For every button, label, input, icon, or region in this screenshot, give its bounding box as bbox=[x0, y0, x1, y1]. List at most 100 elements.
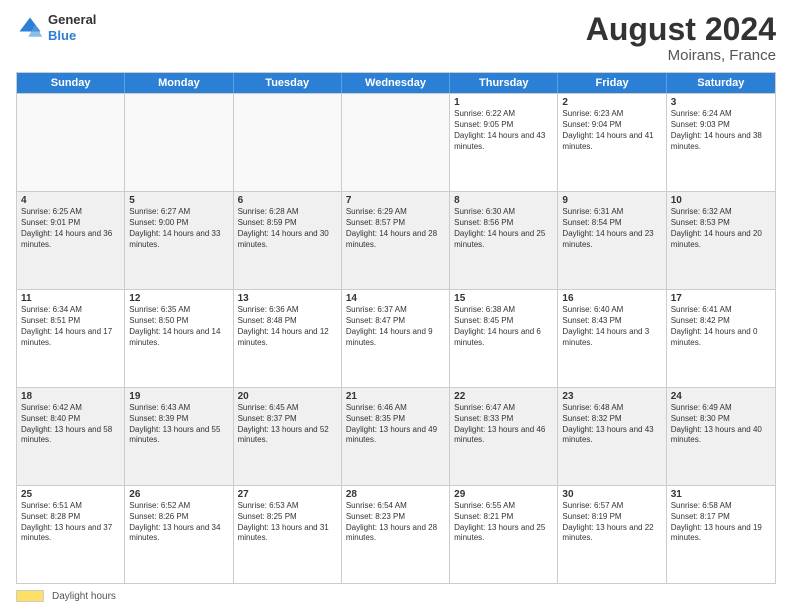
cal-cell-w3-d7: 17Sunrise: 6:41 AM Sunset: 8:42 PM Dayli… bbox=[667, 290, 775, 387]
cell-sun-info: Sunrise: 6:34 AM Sunset: 8:51 PM Dayligh… bbox=[21, 305, 120, 348]
day-number: 24 bbox=[671, 391, 771, 402]
cell-sun-info: Sunrise: 6:58 AM Sunset: 8:17 PM Dayligh… bbox=[671, 501, 771, 544]
cell-sun-info: Sunrise: 6:35 AM Sunset: 8:50 PM Dayligh… bbox=[129, 305, 228, 348]
cal-cell-w5-d6: 30Sunrise: 6:57 AM Sunset: 8:19 PM Dayli… bbox=[558, 486, 666, 583]
day-number: 21 bbox=[346, 391, 445, 402]
cell-sun-info: Sunrise: 6:51 AM Sunset: 8:28 PM Dayligh… bbox=[21, 501, 120, 544]
cal-cell-w2-d2: 5Sunrise: 6:27 AM Sunset: 9:00 PM Daylig… bbox=[125, 192, 233, 289]
location-title: Moirans, France bbox=[586, 47, 776, 64]
cal-cell-w1-d6: 2Sunrise: 6:23 AM Sunset: 9:04 PM Daylig… bbox=[558, 94, 666, 191]
title-block: August 2024 Moirans, France bbox=[586, 12, 776, 64]
day-number: 28 bbox=[346, 489, 445, 500]
cal-week-3: 11Sunrise: 6:34 AM Sunset: 8:51 PM Dayli… bbox=[17, 289, 775, 387]
cal-cell-w1-d3 bbox=[234, 94, 342, 191]
day-number: 27 bbox=[238, 489, 337, 500]
day-number: 6 bbox=[238, 195, 337, 206]
header: General Blue August 2024 Moirans, France bbox=[16, 12, 776, 64]
cell-sun-info: Sunrise: 6:57 AM Sunset: 8:19 PM Dayligh… bbox=[562, 501, 661, 544]
day-number: 31 bbox=[671, 489, 771, 500]
cell-sun-info: Sunrise: 6:31 AM Sunset: 8:54 PM Dayligh… bbox=[562, 207, 661, 250]
cal-cell-w1-d1 bbox=[17, 94, 125, 191]
day-number: 20 bbox=[238, 391, 337, 402]
cell-sun-info: Sunrise: 6:42 AM Sunset: 8:40 PM Dayligh… bbox=[21, 403, 120, 446]
cell-sun-info: Sunrise: 6:40 AM Sunset: 8:43 PM Dayligh… bbox=[562, 305, 661, 348]
cal-cell-w2-d3: 6Sunrise: 6:28 AM Sunset: 8:59 PM Daylig… bbox=[234, 192, 342, 289]
logo-general-text: General bbox=[48, 12, 96, 27]
cell-sun-info: Sunrise: 6:54 AM Sunset: 8:23 PM Dayligh… bbox=[346, 501, 445, 544]
cell-sun-info: Sunrise: 6:49 AM Sunset: 8:30 PM Dayligh… bbox=[671, 403, 771, 446]
cal-week-5: 25Sunrise: 6:51 AM Sunset: 8:28 PM Dayli… bbox=[17, 485, 775, 583]
cell-sun-info: Sunrise: 6:43 AM Sunset: 8:39 PM Dayligh… bbox=[129, 403, 228, 446]
cal-cell-w2-d6: 9Sunrise: 6:31 AM Sunset: 8:54 PM Daylig… bbox=[558, 192, 666, 289]
day-number: 23 bbox=[562, 391, 661, 402]
cell-sun-info: Sunrise: 6:27 AM Sunset: 9:00 PM Dayligh… bbox=[129, 207, 228, 250]
cell-sun-info: Sunrise: 6:41 AM Sunset: 8:42 PM Dayligh… bbox=[671, 305, 771, 348]
day-number: 5 bbox=[129, 195, 228, 206]
cal-cell-w3-d1: 11Sunrise: 6:34 AM Sunset: 8:51 PM Dayli… bbox=[17, 290, 125, 387]
cal-cell-w4-d6: 23Sunrise: 6:48 AM Sunset: 8:32 PM Dayli… bbox=[558, 388, 666, 485]
cal-cell-w3-d6: 16Sunrise: 6:40 AM Sunset: 8:43 PM Dayli… bbox=[558, 290, 666, 387]
cell-sun-info: Sunrise: 6:46 AM Sunset: 8:35 PM Dayligh… bbox=[346, 403, 445, 446]
header-friday: Friday bbox=[558, 73, 666, 93]
cal-cell-w3-d4: 14Sunrise: 6:37 AM Sunset: 8:47 PM Dayli… bbox=[342, 290, 450, 387]
cell-sun-info: Sunrise: 6:52 AM Sunset: 8:26 PM Dayligh… bbox=[129, 501, 228, 544]
day-number: 11 bbox=[21, 293, 120, 304]
daylight-label: Daylight hours bbox=[52, 591, 116, 602]
header-sunday: Sunday bbox=[17, 73, 125, 93]
day-number: 30 bbox=[562, 489, 661, 500]
footer: Daylight hours bbox=[16, 590, 776, 602]
daylight-swatch bbox=[16, 590, 44, 602]
day-number: 29 bbox=[454, 489, 553, 500]
day-number: 2 bbox=[562, 97, 661, 108]
calendar-body: 1Sunrise: 6:22 AM Sunset: 9:05 PM Daylig… bbox=[17, 93, 775, 583]
page: General Blue August 2024 Moirans, France… bbox=[0, 0, 792, 612]
cell-sun-info: Sunrise: 6:45 AM Sunset: 8:37 PM Dayligh… bbox=[238, 403, 337, 446]
day-number: 9 bbox=[562, 195, 661, 206]
cal-cell-w1-d5: 1Sunrise: 6:22 AM Sunset: 9:05 PM Daylig… bbox=[450, 94, 558, 191]
cell-sun-info: Sunrise: 6:48 AM Sunset: 8:32 PM Dayligh… bbox=[562, 403, 661, 446]
logo-blue-text: Blue bbox=[48, 28, 76, 43]
cell-sun-info: Sunrise: 6:24 AM Sunset: 9:03 PM Dayligh… bbox=[671, 109, 771, 152]
day-number: 7 bbox=[346, 195, 445, 206]
day-number: 18 bbox=[21, 391, 120, 402]
cell-sun-info: Sunrise: 6:22 AM Sunset: 9:05 PM Dayligh… bbox=[454, 109, 553, 152]
cal-cell-w2-d1: 4Sunrise: 6:25 AM Sunset: 9:01 PM Daylig… bbox=[17, 192, 125, 289]
cal-cell-w5-d3: 27Sunrise: 6:53 AM Sunset: 8:25 PM Dayli… bbox=[234, 486, 342, 583]
day-number: 8 bbox=[454, 195, 553, 206]
cal-cell-w5-d4: 28Sunrise: 6:54 AM Sunset: 8:23 PM Dayli… bbox=[342, 486, 450, 583]
cal-cell-w3-d2: 12Sunrise: 6:35 AM Sunset: 8:50 PM Dayli… bbox=[125, 290, 233, 387]
day-number: 15 bbox=[454, 293, 553, 304]
day-number: 12 bbox=[129, 293, 228, 304]
cal-cell-w2-d4: 7Sunrise: 6:29 AM Sunset: 8:57 PM Daylig… bbox=[342, 192, 450, 289]
cell-sun-info: Sunrise: 6:47 AM Sunset: 8:33 PM Dayligh… bbox=[454, 403, 553, 446]
cal-cell-w1-d7: 3Sunrise: 6:24 AM Sunset: 9:03 PM Daylig… bbox=[667, 94, 775, 191]
cell-sun-info: Sunrise: 6:29 AM Sunset: 8:57 PM Dayligh… bbox=[346, 207, 445, 250]
day-number: 19 bbox=[129, 391, 228, 402]
cell-sun-info: Sunrise: 6:28 AM Sunset: 8:59 PM Dayligh… bbox=[238, 207, 337, 250]
day-number: 13 bbox=[238, 293, 337, 304]
header-monday: Monday bbox=[125, 73, 233, 93]
day-number: 10 bbox=[671, 195, 771, 206]
cell-sun-info: Sunrise: 6:23 AM Sunset: 9:04 PM Dayligh… bbox=[562, 109, 661, 152]
cell-sun-info: Sunrise: 6:37 AM Sunset: 8:47 PM Dayligh… bbox=[346, 305, 445, 348]
day-number: 25 bbox=[21, 489, 120, 500]
cal-week-1: 1Sunrise: 6:22 AM Sunset: 9:05 PM Daylig… bbox=[17, 93, 775, 191]
cal-cell-w1-d4 bbox=[342, 94, 450, 191]
day-number: 14 bbox=[346, 293, 445, 304]
cal-cell-w5-d5: 29Sunrise: 6:55 AM Sunset: 8:21 PM Dayli… bbox=[450, 486, 558, 583]
month-title: August 2024 bbox=[586, 12, 776, 47]
cal-cell-w4-d3: 20Sunrise: 6:45 AM Sunset: 8:37 PM Dayli… bbox=[234, 388, 342, 485]
cell-sun-info: Sunrise: 6:36 AM Sunset: 8:48 PM Dayligh… bbox=[238, 305, 337, 348]
cal-cell-w4-d7: 24Sunrise: 6:49 AM Sunset: 8:30 PM Dayli… bbox=[667, 388, 775, 485]
cal-cell-w5-d2: 26Sunrise: 6:52 AM Sunset: 8:26 PM Dayli… bbox=[125, 486, 233, 583]
calendar-header: Sunday Monday Tuesday Wednesday Thursday… bbox=[17, 73, 775, 93]
cal-cell-w3-d5: 15Sunrise: 6:38 AM Sunset: 8:45 PM Dayli… bbox=[450, 290, 558, 387]
cal-week-2: 4Sunrise: 6:25 AM Sunset: 9:01 PM Daylig… bbox=[17, 191, 775, 289]
logo-icon bbox=[16, 14, 44, 42]
cal-cell-w3-d3: 13Sunrise: 6:36 AM Sunset: 8:48 PM Dayli… bbox=[234, 290, 342, 387]
cell-sun-info: Sunrise: 6:38 AM Sunset: 8:45 PM Dayligh… bbox=[454, 305, 553, 348]
logo: General Blue bbox=[16, 12, 96, 43]
calendar: Sunday Monday Tuesday Wednesday Thursday… bbox=[16, 72, 776, 584]
cal-cell-w5-d1: 25Sunrise: 6:51 AM Sunset: 8:28 PM Dayli… bbox=[17, 486, 125, 583]
cell-sun-info: Sunrise: 6:30 AM Sunset: 8:56 PM Dayligh… bbox=[454, 207, 553, 250]
